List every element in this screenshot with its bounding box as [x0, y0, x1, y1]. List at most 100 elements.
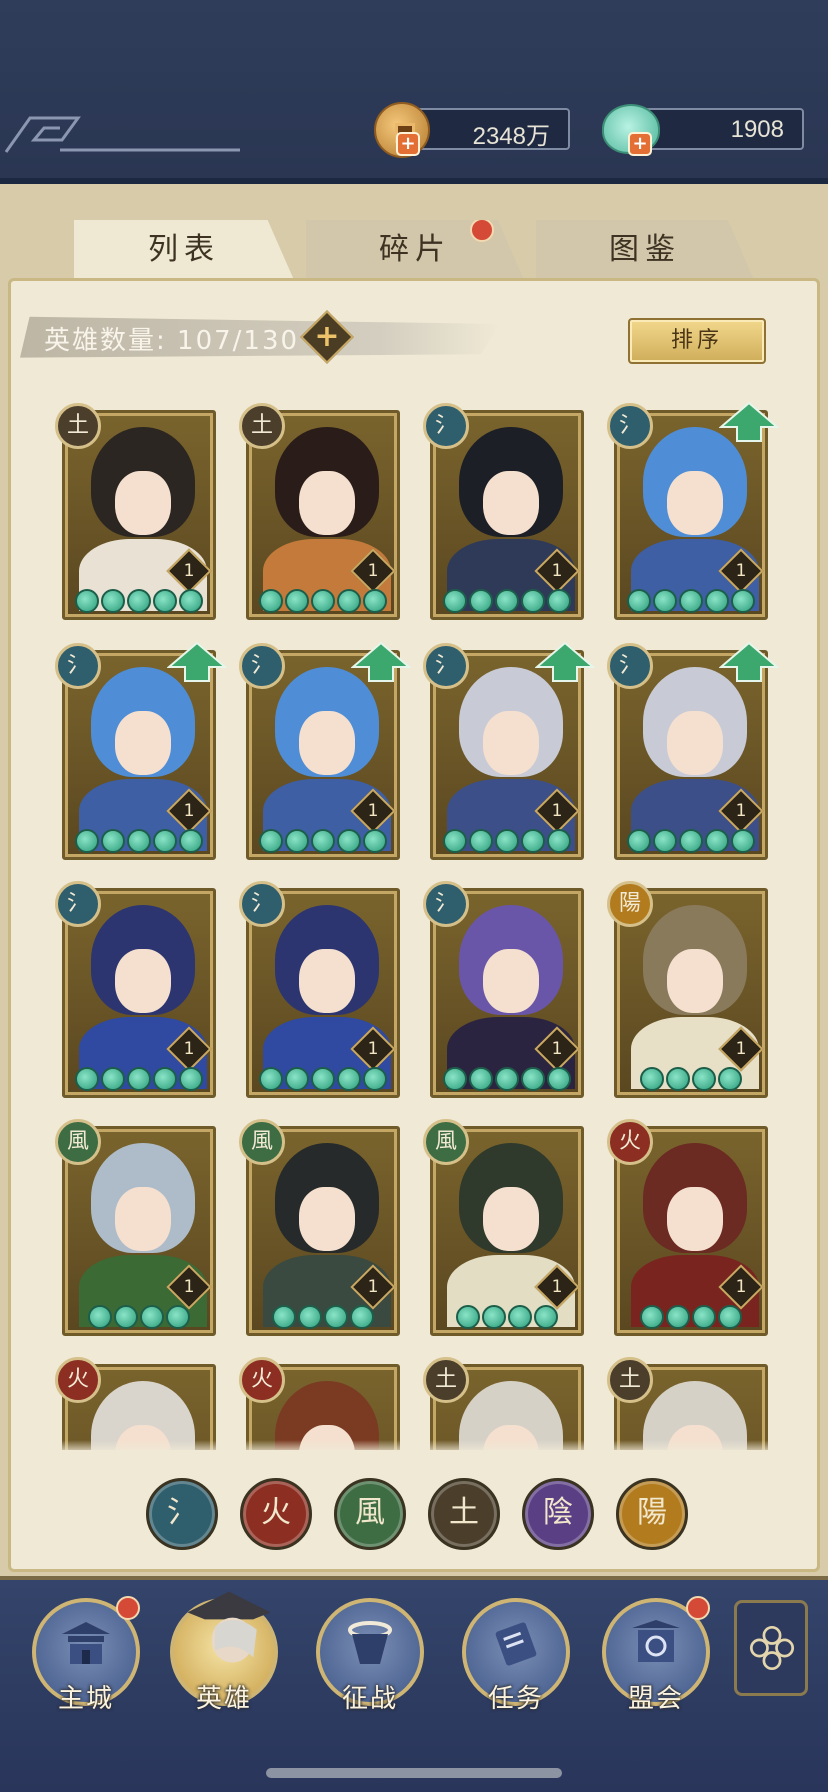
hero-level: 1: [735, 1039, 747, 1059]
hero-card[interactable]: 火: [239, 1357, 400, 1450]
filter-earth-button[interactable]: 土: [428, 1478, 500, 1550]
hero-star-rating: [625, 1305, 757, 1329]
fire-element-icon: 火: [55, 1357, 101, 1403]
filter-fire-button[interactable]: 火: [240, 1478, 312, 1550]
copper-resource[interactable]: + 2348万: [374, 102, 570, 158]
filter-wind-button[interactable]: 風: [334, 1478, 406, 1550]
jade-star-icon: [495, 589, 519, 613]
fire-element-icon: 火: [607, 1119, 653, 1165]
hero-card[interactable]: 氵1: [423, 641, 595, 860]
jade-star-icon: [692, 1067, 716, 1091]
tab-codex[interactable]: 图鉴: [536, 220, 754, 280]
hero-star-rating: [625, 829, 757, 853]
hero-count: 英雄数量: 107/130: [44, 320, 299, 357]
upgrade-arrow-icon: [719, 641, 779, 682]
more-menu-button[interactable]: [734, 1600, 808, 1696]
hero-card[interactable]: 土: [607, 1357, 768, 1450]
hero-card[interactable]: 風1: [239, 1119, 400, 1336]
jade-star-icon: [298, 1305, 322, 1329]
hero-star-rating: [257, 829, 389, 853]
hero-card[interactable]: 風1: [423, 1119, 584, 1336]
jade-star-icon: [521, 829, 545, 853]
water-element-icon: 氵: [423, 881, 469, 927]
hero-card[interactable]: 氵1: [55, 881, 216, 1098]
jade-star-icon: [363, 829, 387, 853]
hero-card[interactable]: 火: [55, 1357, 216, 1450]
earth-element-icon: 土: [55, 403, 101, 449]
hero-card[interactable]: 氵1: [607, 641, 779, 860]
jade-star-icon: [101, 589, 125, 613]
jade-star-icon: [653, 829, 677, 853]
hero-level: 1: [183, 561, 195, 581]
earth-element-icon: 土: [607, 1357, 653, 1403]
jade-star-icon: [469, 589, 493, 613]
cloud-pattern-icon: [4, 116, 240, 153]
add-copper-icon[interactable]: +: [396, 132, 420, 156]
tab-fragments[interactable]: 碎片: [306, 220, 524, 280]
jade-star-icon: [259, 589, 283, 613]
jade-star-icon: [508, 1305, 532, 1329]
fire-element-icon: 火: [239, 1357, 285, 1403]
hero-card[interactable]: 氵1: [239, 641, 411, 860]
hero-star-rating: [257, 1305, 389, 1329]
hero-card[interactable]: 土1: [239, 403, 400, 620]
jade-star-icon: [718, 1067, 742, 1091]
filter-yin-button[interactable]: 陰: [522, 1478, 594, 1550]
hero-card[interactable]: 氵1: [55, 641, 227, 860]
jade-star-icon: [666, 1305, 690, 1329]
palace-icon: [62, 1622, 110, 1664]
jade-star-icon: [469, 829, 493, 853]
home-indicator: [266, 1768, 562, 1778]
jade-star-icon: [285, 589, 309, 613]
hero-star-rating: [441, 1067, 573, 1091]
hero-card[interactable]: 土1: [55, 403, 216, 620]
task-scroll-icon: [495, 1622, 537, 1666]
hero-face: [483, 949, 539, 1013]
jade-star-icon: [482, 1305, 506, 1329]
hero-star-rating: [73, 589, 205, 613]
hero-level: 1: [367, 801, 379, 821]
upgrade-arrow-icon: [719, 401, 779, 442]
yang-element-icon: 陽: [607, 881, 653, 927]
jade-star-icon: [547, 1067, 571, 1091]
jade-resource[interactable]: + 1908: [602, 104, 804, 156]
sort-button[interactable]: 排序: [628, 318, 766, 364]
hero-star-rating: [73, 1067, 205, 1091]
hero-icon: [187, 1591, 271, 1663]
hero-level: 1: [551, 561, 563, 581]
add-jade-icon[interactable]: +: [628, 132, 652, 156]
hero-card[interactable]: 氵1: [239, 881, 400, 1098]
earth-element-icon: 土: [239, 403, 285, 449]
hero-card[interactable]: 土: [423, 1357, 584, 1450]
hero-card[interactable]: 氵1: [423, 403, 584, 620]
hero-card[interactable]: 火1: [607, 1119, 768, 1336]
hero-face: [115, 949, 171, 1013]
jade-star-icon: [75, 1067, 99, 1091]
hero-card[interactable]: 氵1: [607, 401, 779, 620]
hero-face: [483, 711, 539, 775]
hero-star-rating: [441, 589, 573, 613]
jade-star-icon: [495, 829, 519, 853]
filter-water-button[interactable]: 氵: [146, 1478, 218, 1550]
filter-yang-button[interactable]: 陽: [616, 1478, 688, 1550]
jade-star-icon: [705, 589, 729, 613]
nav-main-city-label: 主城: [57, 1684, 114, 1714]
jade-star-icon: [705, 829, 729, 853]
hero-card[interactable]: 陽1: [607, 881, 768, 1098]
jade-star-icon: [443, 589, 467, 613]
tab-list[interactable]: 列表: [74, 220, 294, 280]
jade-star-icon: [179, 1067, 203, 1091]
jade-star-icon: [88, 1305, 112, 1329]
hero-card[interactable]: 氵1: [423, 881, 584, 1098]
hero-star-rating: [257, 1067, 389, 1091]
jade-star-icon: [627, 589, 651, 613]
jade-star-icon: [627, 829, 651, 853]
jade-star-icon: [166, 1305, 190, 1329]
jade-star-icon: [534, 1305, 558, 1329]
water-element-icon: 氵: [423, 643, 469, 689]
jade-star-icon: [259, 829, 283, 853]
jade-star-icon: [640, 1067, 664, 1091]
guild-gate-icon: [632, 1620, 680, 1662]
jade-star-icon: [179, 829, 203, 853]
hero-card[interactable]: 風1: [55, 1119, 216, 1336]
